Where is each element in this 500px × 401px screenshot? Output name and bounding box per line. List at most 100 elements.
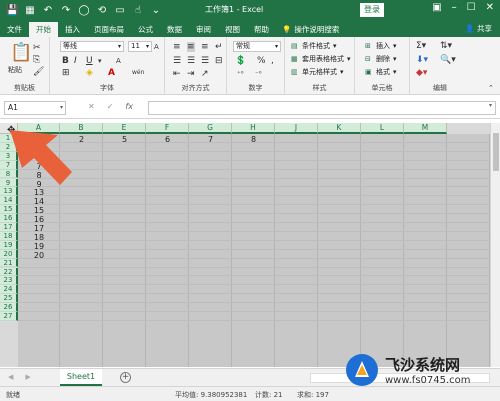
row-header[interactable]: 9: [0, 178, 18, 188]
orientation-icon[interactable]: ↗: [201, 69, 209, 79]
undo-icon[interactable]: ↶: [42, 5, 54, 16]
cell-value[interactable]: 20: [18, 251, 60, 260]
cell-value[interactable]: 15: [18, 206, 60, 215]
next-sheet-icon[interactable]: ▶: [25, 373, 30, 381]
column-header[interactable]: H: [232, 123, 275, 134]
row-header[interactable]: 24: [0, 285, 18, 295]
tab-insert[interactable]: 插入: [58, 22, 87, 37]
tab-help[interactable]: 帮助: [247, 22, 276, 37]
minimize-icon[interactable]: –: [452, 2, 457, 13]
format-painter-icon[interactable]: 🖌: [33, 67, 44, 77]
clear-icon[interactable]: ◆▾: [416, 68, 427, 78]
align-bottom-icon[interactable]: ≡: [201, 42, 209, 52]
paste-label[interactable]: 粘贴: [8, 65, 22, 75]
percent-button[interactable]: %: [257, 56, 266, 66]
prev-sheet-icon[interactable]: ◀: [8, 373, 13, 381]
ribbon-display-icon[interactable]: ▣: [432, 2, 441, 13]
row-header[interactable]: 23: [0, 276, 18, 286]
cell-value[interactable]: 17: [18, 224, 60, 233]
merge-icon[interactable]: ⊟: [215, 56, 223, 66]
more-icon[interactable]: ⌄: [150, 5, 162, 16]
bold-button[interactable]: B: [62, 56, 69, 66]
tab-data[interactable]: 数据: [160, 22, 189, 37]
row-header[interactable]: 7: [0, 160, 18, 170]
tab-review[interactable]: 审阅: [189, 22, 218, 37]
row-header[interactable]: 18: [0, 231, 18, 241]
phonetic-icon[interactable]: wén: [132, 68, 144, 78]
cell-value[interactable]: 14: [18, 197, 60, 206]
column-header[interactable]: F: [146, 123, 189, 134]
vertical-scroll-thumb[interactable]: [493, 133, 499, 171]
shrink-font-icon[interactable]: A: [116, 56, 121, 66]
worksheet-grid[interactable]: ABEFGHJKLM 1 2 3 7 8 9 13 14 15 16 17 18 19 20 21 22 23 2…: [0, 123, 490, 367]
decrease-decimal-icon[interactable]: ⁻⁰: [255, 69, 262, 79]
cell-styles-button[interactable]: ▥ 单元格样式 ▾: [291, 67, 344, 77]
cancel-icon[interactable]: ✕: [88, 102, 95, 111]
cell-value[interactable]: 8: [18, 171, 60, 180]
cut-icon[interactable]: ✂: [33, 43, 41, 53]
name-box[interactable]: A1 ▾: [4, 101, 66, 115]
format-cells-button[interactable]: ▣ 格式 ▾: [365, 67, 397, 77]
delete-cells-button[interactable]: ⊟ 删除 ▾: [365, 54, 397, 64]
row-header[interactable]: 27: [0, 312, 18, 321]
decrease-indent-icon[interactable]: ⇤: [173, 69, 181, 79]
insert-function-icon[interactable]: fx: [125, 102, 133, 111]
tab-home[interactable]: 开始: [29, 22, 58, 37]
cell-value[interactable]: 13: [18, 188, 60, 197]
align-left-icon[interactable]: ☰: [173, 56, 181, 66]
tab-view[interactable]: 视图: [218, 22, 247, 37]
row-header[interactable]: 19: [0, 240, 18, 250]
underline-button[interactable]: U: [86, 56, 93, 66]
row-header[interactable]: 8: [0, 169, 18, 179]
tell-me-search[interactable]: 💡 操作说明搜索: [276, 22, 339, 37]
chevron-down-icon[interactable]: ▾: [60, 102, 63, 114]
autosum-icon[interactable]: Σ▾: [416, 41, 426, 51]
cell-value[interactable]: 5: [103, 135, 146, 144]
touch-icon[interactable]: ☝: [132, 5, 144, 16]
paste-icon[interactable]: 📋: [10, 43, 32, 63]
currency-icon[interactable]: 💲: [235, 56, 246, 66]
cell-value[interactable]: 7: [189, 135, 232, 144]
row-header[interactable]: 25: [0, 294, 18, 304]
row-header[interactable]: 20: [0, 249, 18, 259]
save-icon[interactable]: 💾: [6, 5, 18, 16]
align-top-icon[interactable]: ≡: [173, 42, 181, 52]
close-icon[interactable]: ✕: [486, 2, 494, 13]
row-header[interactable]: 13: [0, 187, 18, 197]
cell-value[interactable]: 2: [60, 135, 103, 144]
row-header[interactable]: 2: [0, 142, 18, 152]
row-header[interactable]: 21: [0, 258, 18, 268]
italic-button[interactable]: I: [74, 56, 77, 66]
number-format-dropdown[interactable]: 常规 ▾: [233, 41, 281, 52]
row-header[interactable]: 17: [0, 223, 18, 232]
underline-dropdown-icon[interactable]: ▾: [98, 56, 102, 66]
table-icon[interactable]: ▦: [24, 5, 36, 16]
align-right-icon[interactable]: ☰: [201, 56, 209, 66]
cell-value[interactable]: 18: [18, 233, 60, 242]
cell-value[interactable]: 9: [18, 180, 60, 189]
redo-icon[interactable]: ↷: [60, 5, 72, 16]
font-size-dropdown[interactable]: 11 ▾: [128, 41, 152, 52]
row-header[interactable]: 14: [0, 196, 18, 206]
cell-value[interactable]: 19: [18, 242, 60, 251]
fill-color-icon[interactable]: ◈: [86, 68, 93, 78]
expand-formula-icon[interactable]: ▾: [489, 102, 492, 109]
row-header[interactable]: 3: [0, 151, 18, 161]
column-header[interactable]: G: [189, 123, 232, 134]
format-as-table-button[interactable]: ▦ 套用表格格式 ▾: [291, 54, 351, 64]
row-header[interactable]: 16: [0, 214, 18, 223]
font-color-icon[interactable]: A: [108, 68, 115, 78]
tab-formulas[interactable]: 公式: [131, 22, 160, 37]
row-header[interactable]: 26: [0, 303, 18, 312]
maximize-icon[interactable]: ☐: [467, 2, 476, 13]
cell-value[interactable]: 7: [18, 162, 60, 171]
cell-value[interactable]: 6: [146, 135, 189, 144]
share-button[interactable]: 👤 共享: [465, 23, 492, 34]
column-header[interactable]: A: [18, 123, 60, 134]
fill-icon[interactable]: ⬇▾: [416, 55, 428, 65]
column-header[interactable]: E: [103, 123, 146, 134]
column-header[interactable]: M: [404, 123, 447, 134]
insert-cells-button[interactable]: ⊞ 插入 ▾: [365, 41, 397, 51]
sort-filter-icon[interactable]: ⇅▾: [440, 41, 452, 51]
find-select-icon[interactable]: 🔍▾: [440, 55, 456, 65]
